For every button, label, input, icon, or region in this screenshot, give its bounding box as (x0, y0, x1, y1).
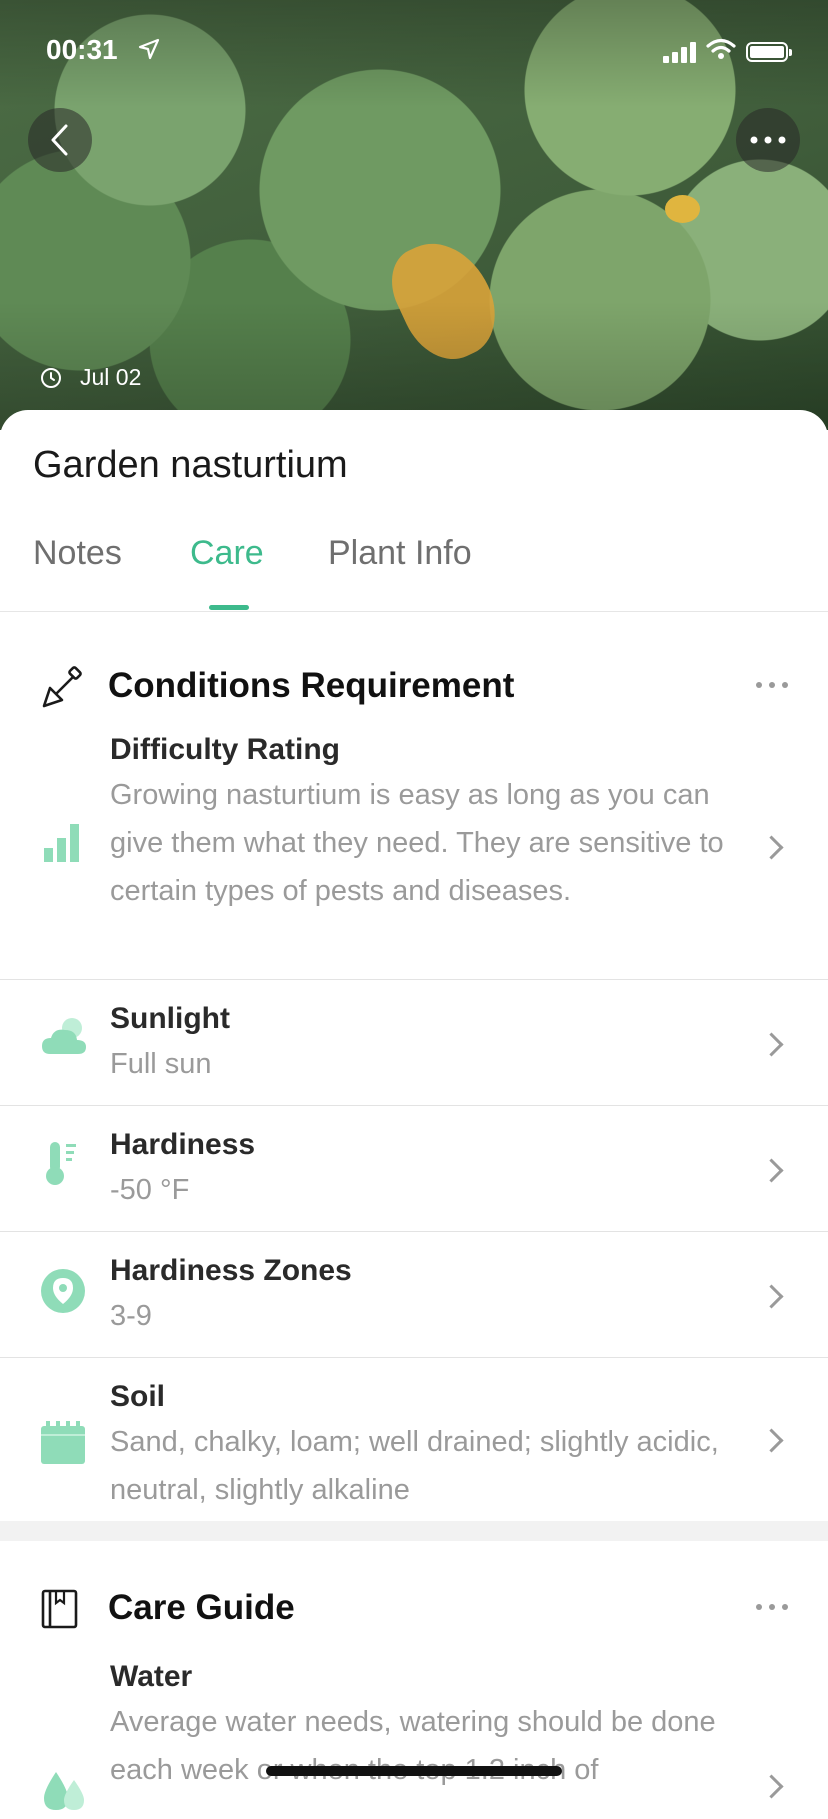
condition-row-sunlight[interactable]: Sunlight Full sun (0, 980, 828, 1106)
chevron-right-icon (759, 1158, 784, 1183)
photo-date: Jul 02 (40, 364, 141, 391)
trowel-icon (40, 666, 84, 715)
condition-row-soil[interactable]: Soil Sand, chalky, loam; well drained; s… (0, 1358, 828, 1518)
care-value: Average water needs, watering should be … (110, 1706, 716, 1786)
care-row-water[interactable]: Water Average water needs, watering shou… (0, 1638, 828, 1818)
condition-row-difficulty[interactable]: Difficulty Rating Growing nasturtium is … (0, 715, 828, 980)
care-guide-section-title: Care Guide (108, 1588, 295, 1627)
tab-plant-info[interactable]: Plant Info (328, 534, 472, 573)
tab-notes[interactable]: Notes (33, 534, 122, 573)
ellipsis-icon (750, 136, 786, 144)
more-options-button[interactable] (736, 108, 800, 172)
wifi-icon (706, 38, 736, 65)
signal-icon (663, 41, 696, 63)
condition-row-hardiness[interactable]: Hardiness -50 °F (0, 1106, 828, 1232)
chevron-right-icon (759, 1032, 784, 1057)
chevron-right-icon (759, 835, 784, 860)
condition-value: 3-9 (110, 1300, 152, 1332)
chevron-right-icon (759, 1428, 784, 1453)
conditions-more-button[interactable] (756, 682, 788, 688)
photo-date-label: Jul 02 (80, 364, 142, 390)
care-guide-more-button[interactable] (756, 1604, 788, 1610)
water-drops-icon (40, 1768, 90, 1819)
condition-title: Hardiness (110, 1128, 256, 1161)
location-pin-icon (40, 1268, 86, 1319)
book-icon (40, 1588, 80, 1635)
chevron-left-icon (51, 124, 68, 156)
back-button[interactable] (28, 108, 92, 172)
section-divider (0, 1521, 828, 1541)
condition-row-hardiness-zones[interactable]: Hardiness Zones 3-9 (0, 1232, 828, 1358)
sun-cloud-icon (40, 1016, 88, 1063)
condition-title: Hardiness Zones (110, 1254, 352, 1287)
condition-value: Growing nasturtium is easy as long as yo… (110, 779, 724, 907)
tab-care[interactable]: Care (190, 534, 264, 573)
chevron-right-icon (759, 1284, 784, 1309)
status-time: 00:31 (46, 34, 118, 65)
location-arrow-icon (138, 38, 160, 65)
condition-title: Sunlight (110, 1002, 230, 1035)
clock-icon (41, 367, 61, 388)
status-bar: 00:31 (46, 34, 792, 68)
condition-value: -50 °F (110, 1174, 190, 1206)
plant-name: Garden nasturtium (33, 444, 348, 486)
tab-bar: Notes Care Plant Info (0, 510, 828, 612)
condition-value: Sand, chalky, loam; well drained; slight… (110, 1426, 719, 1506)
status-indicators (663, 38, 792, 65)
care-title: Water (110, 1660, 193, 1693)
conditions-section-title: Conditions Requirement (108, 666, 515, 705)
home-indicator (266, 1766, 562, 1776)
battery-icon (746, 41, 792, 62)
condition-title: Difficulty Rating (110, 733, 340, 766)
difficulty-bars-icon (40, 820, 84, 869)
condition-title: Soil (110, 1380, 166, 1413)
soil-icon (40, 1420, 86, 1471)
active-tab-indicator (209, 605, 249, 610)
condition-value: Full sun (110, 1048, 212, 1080)
care-guide-section-header: Care Guide (0, 1574, 828, 1644)
conditions-section-header: Conditions Requirement (0, 652, 828, 722)
detail-sheet: Garden nasturtium Notes Care Plant Info … (0, 410, 828, 1810)
thermometer-icon (40, 1138, 84, 1191)
chevron-right-icon (759, 1774, 784, 1799)
